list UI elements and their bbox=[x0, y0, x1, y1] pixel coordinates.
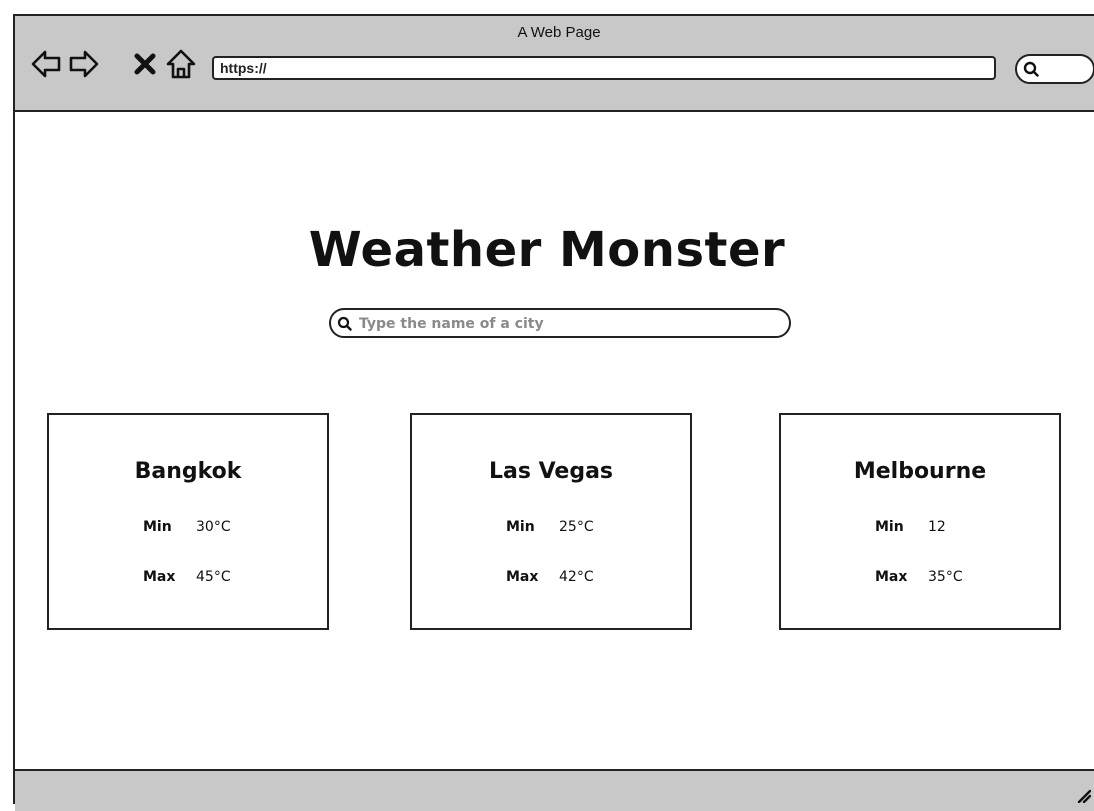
browser-window: A Web Page https:// bbox=[13, 14, 1094, 811]
forward-arrow-icon[interactable] bbox=[68, 47, 100, 81]
window-title: A Web Page bbox=[517, 24, 601, 41]
home-icon[interactable] bbox=[165, 47, 197, 81]
city-search-input[interactable] bbox=[357, 313, 781, 335]
close-x-icon[interactable] bbox=[132, 47, 158, 81]
min-label: Min bbox=[143, 519, 172, 535]
url-bar[interactable]: https:// bbox=[212, 56, 996, 80]
min-label: Min bbox=[506, 519, 535, 535]
search-icon bbox=[337, 316, 352, 331]
max-label: Max bbox=[875, 569, 908, 585]
max-temp-row: Max 42°C bbox=[506, 569, 594, 585]
city-name: Melbourne bbox=[853, 459, 987, 484]
city-name: Bangkok bbox=[134, 459, 242, 484]
min-temp-value: 12 bbox=[928, 519, 946, 535]
min-temp-row: Min 30°C bbox=[143, 519, 231, 535]
city-card-bangkok[interactable]: Bangkok Min 30°C Max 45°C bbox=[47, 413, 329, 630]
max-temp-row: Max 45°C bbox=[143, 569, 231, 585]
city-card-las-vegas[interactable]: Las Vegas Min 25°C Max 42°C bbox=[410, 413, 692, 630]
max-temp-value: 35°C bbox=[928, 569, 963, 585]
min-temp-row: Min 12 bbox=[875, 519, 946, 535]
city-search-box[interactable] bbox=[329, 308, 791, 338]
min-temp-row: Min 25°C bbox=[506, 519, 594, 535]
min-label: Min bbox=[875, 519, 904, 535]
min-temp-value: 25°C bbox=[559, 519, 594, 535]
back-arrow-icon[interactable] bbox=[30, 47, 62, 81]
max-temp-row: Max 35°C bbox=[875, 569, 963, 585]
resize-grip-icon[interactable] bbox=[1075, 787, 1092, 804]
max-label: Max bbox=[143, 569, 176, 585]
max-temp-value: 42°C bbox=[559, 569, 594, 585]
browser-toolbar: A Web Page https:// bbox=[15, 16, 1094, 112]
page-title: Weather Monster bbox=[308, 222, 786, 278]
city-card-melbourne[interactable]: Melbourne Min 12 Max 35°C bbox=[779, 413, 1061, 630]
min-temp-value: 30°C bbox=[196, 519, 231, 535]
search-icon bbox=[1023, 61, 1039, 77]
browser-status-bar bbox=[15, 769, 1094, 811]
city-name: Las Vegas bbox=[488, 459, 614, 484]
max-label: Max bbox=[506, 569, 539, 585]
max-temp-value: 45°C bbox=[196, 569, 231, 585]
browser-search-field[interactable] bbox=[1015, 54, 1094, 84]
